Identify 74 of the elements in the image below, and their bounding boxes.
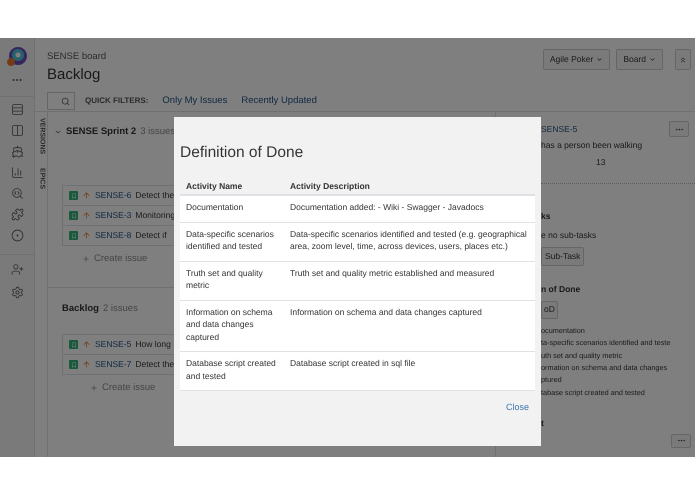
issue-summary: How long [135, 338, 171, 352]
double-chevron-icon [679, 56, 687, 64]
list-icon[interactable] [10, 103, 24, 116]
priority-icon [82, 360, 91, 370]
section-title: SENSE Sprint 2 [66, 125, 136, 139]
project-name: SENSE board [47, 50, 108, 64]
quick-filters-label: QUICK FILTERS: [85, 95, 148, 108]
issue-summary: Detect if [135, 229, 167, 242]
issue-key[interactable]: SENSE-5 [95, 338, 132, 352]
issue-summary: Monitoring [135, 209, 176, 222]
puzzle-icon[interactable] [10, 208, 24, 221]
collapse-button[interactable] [675, 49, 691, 70]
logo-icon[interactable] [6, 46, 28, 68]
story-points: 13 [596, 156, 606, 168]
create-issue-link[interactable]: Create issue [90, 381, 156, 396]
issue-count: 2 issues [102, 302, 138, 316]
section-heading: t [541, 417, 545, 430]
dod-button[interactable]: oD [541, 300, 558, 319]
issue-key[interactable]: SENSE-8 [95, 229, 132, 242]
quick-filter-link[interactable]: Recently Updated [241, 94, 317, 108]
story-icon [69, 340, 78, 350]
table-cell-text: Truth set and quality metric [185, 266, 264, 292]
add-user-icon[interactable] [10, 263, 24, 276]
plus-icon [90, 384, 98, 392]
issue-key[interactable]: SENSE-6 [95, 189, 132, 202]
page-title: Backlog [47, 66, 102, 84]
issue-key[interactable]: SENSE-5 [541, 121, 578, 137]
issue-count: 3 issues [140, 125, 176, 139]
chart-icon[interactable] [10, 166, 24, 179]
dropdown-button[interactable]: Agile Poker [542, 49, 610, 70]
columns-icon[interactable] [10, 124, 24, 137]
section-title: Backlog [62, 302, 99, 316]
caret-icon [596, 56, 604, 63]
issue-summary: Detect the [135, 358, 174, 372]
column-header: Activity Description [289, 180, 370, 192]
priority-icon [82, 191, 91, 200]
story-icon [69, 211, 78, 220]
close-button[interactable]: Close [506, 401, 535, 415]
ship-icon[interactable] [10, 145, 24, 158]
issue-key[interactable]: SENSE-7 [95, 358, 132, 372]
table-cell-text: Database script created in sql file [289, 357, 416, 370]
section-heading: ks [541, 210, 552, 222]
target-icon[interactable] [10, 229, 24, 242]
table-cell-text: Data-specific scenarios identified and tested [185, 228, 275, 253]
quick-filter-link[interactable]: Only My Issues [162, 94, 228, 108]
table-cell-text: Database script created and tested [185, 357, 277, 382]
plus-icon [82, 255, 90, 264]
dialog-title: Definition of Done [180, 143, 304, 163]
priority-icon [82, 231, 91, 240]
story-icon [69, 231, 78, 240]
story-icon [69, 191, 78, 200]
table-cell-text: Information on schema and data changes captured [185, 306, 274, 344]
issue-key[interactable]: SENSE-3 [95, 209, 132, 222]
column-header: Activity Name [185, 180, 244, 192]
search-icon[interactable] [10, 187, 24, 200]
dropdown-button[interactable]: Board [616, 49, 663, 70]
caret-icon [649, 56, 656, 63]
empty-message: e no sub-tasks [541, 229, 598, 242]
table-cell-text: Data-specific scenarios identified and tested (e.g. geographical area, zoom level, time, across devices, users, places etc.) [289, 228, 528, 253]
story-icon [69, 360, 78, 370]
table-cell-text: Information on schema and data changes captured [289, 306, 483, 319]
settings-icon[interactable] [10, 286, 24, 299]
issue-summary: has a person been walking [541, 139, 644, 152]
section-heading: n of Done [541, 283, 582, 296]
search-field[interactable] [47, 92, 75, 110]
create-issue-link[interactable]: Create issue [82, 252, 148, 266]
table-cell-text: Documentation added: - Wiki - Swagger - Javadocs [289, 201, 485, 214]
priority-icon [82, 340, 91, 350]
table-cell-text: Truth set and quality metric established and measured [289, 266, 496, 280]
table-cell-text: Documentation [185, 201, 244, 214]
priority-icon [82, 211, 91, 220]
create-subtask-button[interactable]: Sub-Task [541, 247, 584, 266]
search-icon [61, 96, 70, 106]
issue-summary: Detect the [135, 189, 174, 202]
